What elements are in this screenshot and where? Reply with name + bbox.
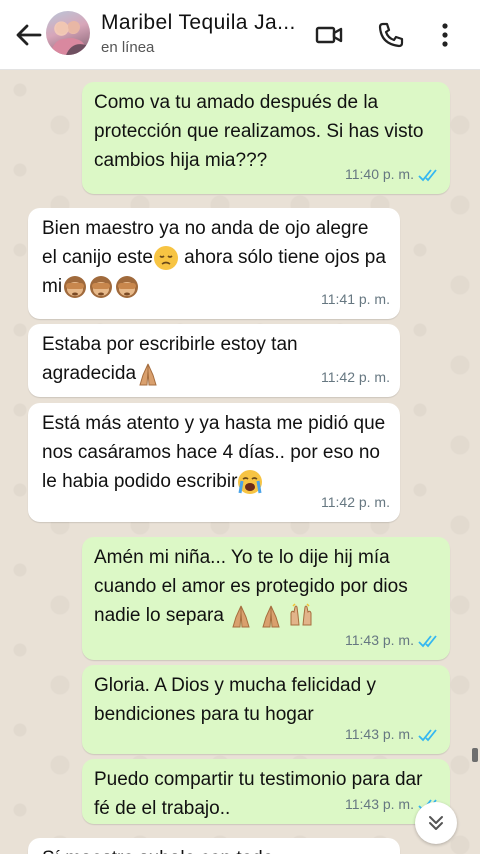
message-meta: 11:41 p. m. [321,285,390,314]
chat-header: Maribel Tequila Ja... en línea [0,0,480,70]
message-time: 11:43 p. m. [344,632,414,648]
read-ticks-icon [418,634,437,647]
message-outgoing[interactable]: Amén mi niña... Yo te lo dije hij mía cu… [82,537,450,660]
contact-status: en línea [101,39,155,56]
message-outgoing[interactable]: Gloria. A Dios y mucha felicidad y bendi… [82,665,450,754]
message-outgoing[interactable]: Puedo compartir tu testimonio para dar f… [82,759,450,824]
message-text-part: Estaba por escribirle estoy tan agradeci… [42,334,303,384]
message-meta: 11:42 p. m. [321,488,390,517]
read-ticks-icon [418,728,437,741]
raising-hands-icon [290,603,312,626]
folded-hands-icon [261,605,280,628]
avatar[interactable] [46,11,90,55]
message-meta: 11:40 p. m. [345,160,440,189]
more-vertical-icon[interactable] [430,20,460,50]
message-time: 11:42 p. m. [320,494,390,510]
message-time: 11:43 p. m. [344,726,414,742]
message-incoming[interactable]: Estaba por escribirle estoy tan agradeci… [28,324,400,397]
double-chevron-down-icon [429,816,443,830]
message-incoming[interactable]: Está más atento y ya hasta me pidió que … [28,403,400,522]
folded-hands-icon [232,605,250,628]
message-text: Amén mi niña... Yo te lo dije hij mía cu… [94,543,436,630]
message-text-part: Está más atento y ya hasta me pidió que … [42,413,391,492]
folded-hands-icon [139,363,157,386]
loudly-crying-face-icon [238,469,263,494]
arrow-left-icon[interactable] [14,22,42,48]
message-time: 11:43 p. m. [344,796,414,812]
see-no-evil-monkey-icon [90,275,113,298]
see-no-evil-monkey-icon [64,275,87,298]
message-outgoing[interactable]: Como va tu amado después de la protecció… [82,82,450,194]
message-text-part: Amén mi niña... Yo te lo dije hij mía cu… [94,547,413,626]
message-time: 11:40 p. m. [344,166,414,182]
message-meta: 11:43 p. m. [345,720,440,749]
message-text: Sí maestro subalo con todo [42,844,388,854]
scroll-to-bottom-button[interactable] [415,802,457,844]
pensive-face-icon [153,245,178,270]
read-ticks-icon [418,168,437,181]
video-call-icon[interactable] [314,20,344,50]
message-meta: 11:42 p. m. [321,363,390,392]
message-text: Está más atento y ya hasta me pidió que … [42,409,388,496]
scrollbar-thumb[interactable] [472,748,478,762]
message-incoming[interactable]: Bien maestro ya no anda de ojo alegre el… [28,208,400,319]
message-meta: 11:43 p. m. [345,626,440,655]
message-incoming-partial[interactable]: Sí maestro subalo con todo [28,838,400,854]
contact-name[interactable]: Maribel Tequila Ja... [101,11,296,35]
see-no-evil-monkey-icon [116,275,139,298]
message-time: 11:42 p. m. [320,369,390,385]
phone-icon[interactable] [376,20,406,50]
message-time: 11:41 p. m. [320,291,390,307]
